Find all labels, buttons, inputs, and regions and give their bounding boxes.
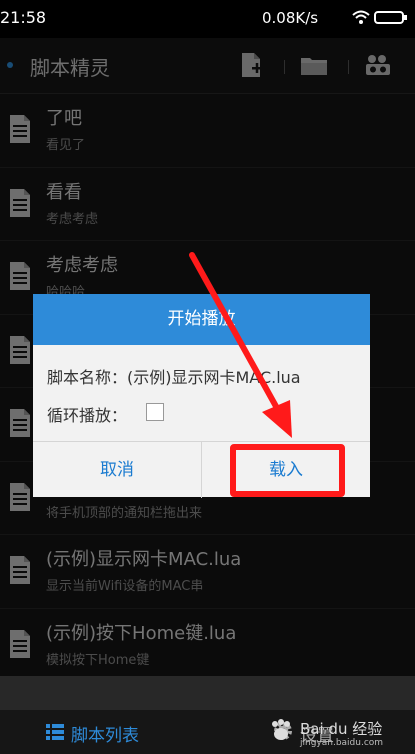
network-speed: 0.08K/s — [262, 9, 319, 27]
tab-script-list[interactable]: 脚本列表 — [0, 710, 200, 754]
status-bar: 21:58 0.08K/s — [0, 0, 415, 38]
watermark-url: jingyan.baidu.com — [300, 738, 384, 748]
highlight-box — [230, 444, 345, 497]
status-time: 21:58 — [0, 8, 47, 27]
loop-play-label: 循环播放： — [47, 406, 128, 425]
list-icon — [46, 724, 64, 740]
wifi-icon — [352, 10, 370, 24]
watermark-paw-icon — [272, 719, 290, 740]
loop-play-checkbox[interactable] — [146, 403, 164, 421]
battery-icon — [374, 11, 407, 24]
tab-script-list-label: 脚本列表 — [71, 726, 139, 746]
watermark-logo: Bai du 经验 — [300, 720, 383, 738]
cancel-button[interactable]: 取消 — [33, 442, 201, 498]
dialog-title: 开始播放 — [33, 294, 370, 345]
script-name-line: 脚本名称：(示例)显示网卡MAC.lua — [47, 368, 301, 387]
